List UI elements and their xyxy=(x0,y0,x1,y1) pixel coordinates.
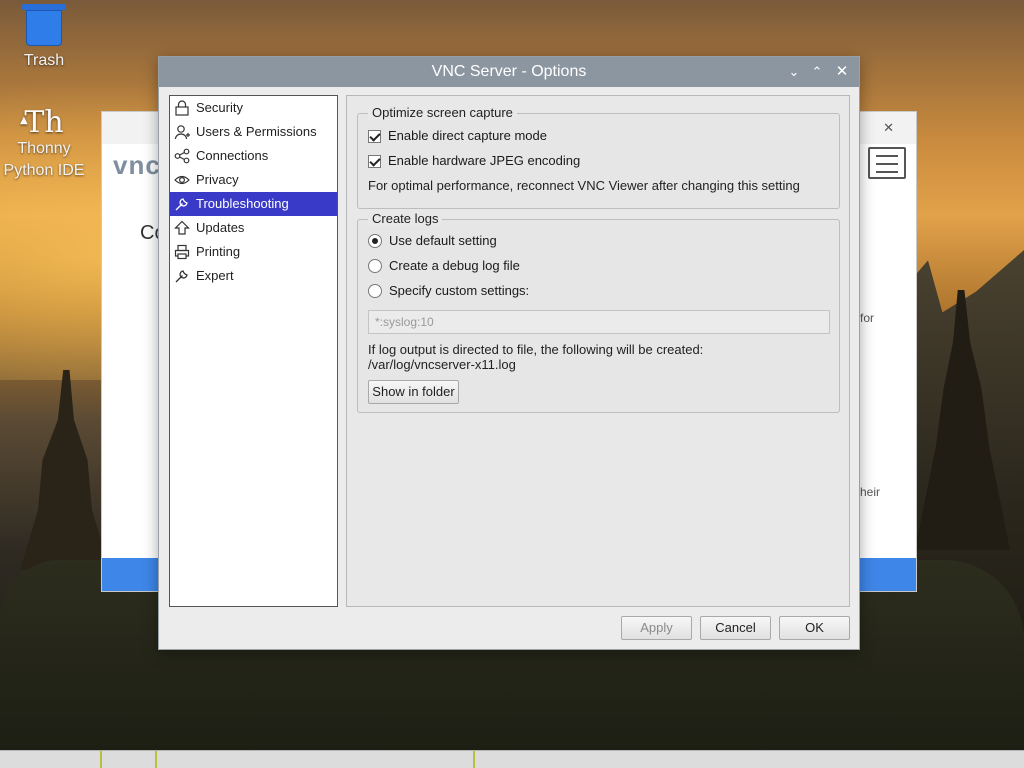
taskbar-divider xyxy=(155,751,157,768)
maximize-icon[interactable]: ⌃ xyxy=(808,57,826,87)
nav-item-troubleshooting[interactable]: Troubleshooting xyxy=(170,192,337,216)
share-icon xyxy=(174,148,190,164)
options-dialog: VNC Server - Options ⌄ ⌃ ✕ Security User… xyxy=(158,56,860,650)
options-nav-list: Security Users & Permissions Connections… xyxy=(169,95,338,607)
bg-text-fragment-heir: heir xyxy=(860,485,881,499)
nav-item-security[interactable]: Security xyxy=(170,96,337,120)
trash-label: Trash xyxy=(23,52,65,69)
default-setting-option[interactable]: Use default setting xyxy=(368,232,497,250)
vnc-logo: vnc xyxy=(113,150,161,180)
debug-log-radio[interactable] xyxy=(368,259,382,273)
trash-icon xyxy=(22,0,66,46)
thonny-desktop-icon[interactable]: ▲ Th Thonny Python IDE xyxy=(0,105,88,182)
default-setting-radio[interactable] xyxy=(368,234,382,248)
eye-icon xyxy=(174,172,190,188)
jpeg-encoding-checkbox[interactable] xyxy=(368,154,381,168)
dialog-titlebar[interactable]: VNC Server - Options ⌄ ⌃ ✕ xyxy=(159,57,859,87)
nav-item-users-permissions[interactable]: Users & Permissions xyxy=(170,120,337,144)
wrench-icon xyxy=(174,196,190,212)
capture-group-legend: Optimize screen capture xyxy=(368,105,517,120)
nav-item-privacy[interactable]: Privacy xyxy=(170,168,337,192)
logs-group-legend: Create logs xyxy=(368,211,443,226)
minimize-icon[interactable]: ⌄ xyxy=(785,57,803,87)
logs-group: Create logs Use default setting Create a… xyxy=(357,211,840,413)
close-icon[interactable]: ✕ xyxy=(833,57,851,87)
user-icon xyxy=(174,124,190,140)
direct-capture-option[interactable]: Enable direct capture mode xyxy=(368,127,547,145)
taskbar xyxy=(0,750,1024,768)
nav-item-expert[interactable]: Expert xyxy=(170,264,337,288)
debug-log-label: Create a debug log file xyxy=(389,258,520,273)
direct-capture-checkbox[interactable] xyxy=(368,129,381,143)
custom-settings-radio[interactable] xyxy=(368,284,382,298)
nav-item-updates[interactable]: Updates xyxy=(170,216,337,240)
hamburger-menu-icon[interactable] xyxy=(868,147,906,179)
thonny-label: Thonny Python IDE xyxy=(3,140,85,179)
custom-log-settings-field[interactable]: *:syslog:10 xyxy=(368,310,830,334)
nav-item-connections[interactable]: Connections xyxy=(170,144,337,168)
direct-capture-label: Enable direct capture mode xyxy=(388,128,547,143)
apply-button[interactable]: Apply xyxy=(621,616,692,640)
capture-group: Optimize screen capture Enable direct ca… xyxy=(357,105,840,209)
taskbar-divider xyxy=(473,751,475,768)
default-setting-label: Use default setting xyxy=(389,233,497,248)
pagoda-silhouette-left xyxy=(20,370,110,570)
debug-log-option[interactable]: Create a debug log file xyxy=(368,257,520,275)
wrench-icon xyxy=(174,268,190,284)
nav-item-printing[interactable]: Printing xyxy=(170,240,337,264)
arrow-up-icon xyxy=(174,220,190,236)
troubleshooting-panel: Optimize screen capture Enable direct ca… xyxy=(346,95,850,607)
capture-note: For optimal performance, reconnect VNC V… xyxy=(368,178,800,193)
printer-icon xyxy=(174,244,190,260)
show-in-folder-button[interactable]: Show in folder xyxy=(368,380,459,404)
taskbar-divider xyxy=(100,751,102,768)
custom-settings-option[interactable]: Specify custom settings: xyxy=(368,282,529,300)
ok-button[interactable]: OK xyxy=(779,616,850,640)
custom-settings-label: Specify custom settings: xyxy=(389,283,530,298)
jpeg-encoding-label: Enable hardware JPEG encoding xyxy=(388,153,581,168)
dialog-title: VNC Server - Options xyxy=(431,63,587,80)
jpeg-encoding-option[interactable]: Enable hardware JPEG encoding xyxy=(368,152,580,170)
cancel-button[interactable]: Cancel xyxy=(700,616,771,640)
thonny-icon: ▲ Th xyxy=(20,105,64,140)
bg-text-fragment-for: for xyxy=(860,311,875,325)
trash-desktop-icon[interactable]: Trash xyxy=(8,0,80,70)
lock-icon xyxy=(174,100,190,116)
log-info-path: /var/log/vncserver-x11.log xyxy=(368,357,516,372)
log-info-line-1: If log output is directed to file, the f… xyxy=(368,342,704,357)
